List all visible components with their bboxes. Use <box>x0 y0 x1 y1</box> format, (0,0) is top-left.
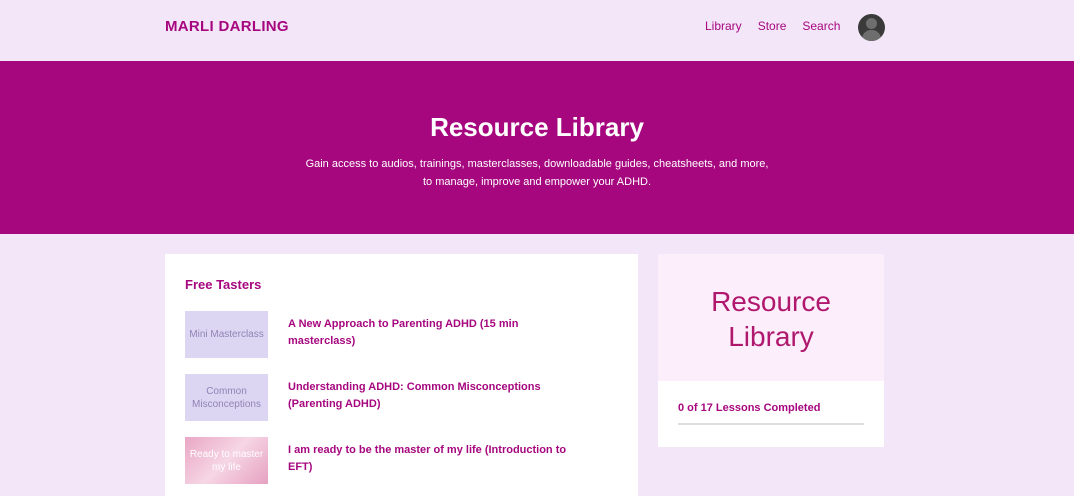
course-title-image[interactable]: Resource Library <box>658 254 884 381</box>
course-title: Resource Library <box>711 286 831 352</box>
lesson-item[interactable]: Common Misconceptions Understanding ADHD… <box>185 374 625 421</box>
progress-text: 0 of 17 Lessons Completed <box>678 402 821 414</box>
page-title: Resource Library <box>430 112 644 142</box>
brand-logo[interactable]: MARLI DARLING <box>165 18 289 35</box>
nav-search[interactable]: Search <box>802 19 840 33</box>
nav-store[interactable]: Store <box>758 19 787 33</box>
progress-bar <box>678 423 864 425</box>
nav-library[interactable]: Library <box>705 19 742 33</box>
lesson-item[interactable]: Mini Masterclass A New Approach to Paren… <box>185 311 625 358</box>
top-bar: MARLI DARLING Library Store Search <box>0 0 1074 61</box>
course-progress-card: Resource Library 0 of 17 Lessons Complet… <box>658 254 884 447</box>
lesson-thumbnail[interactable]: Common Misconceptions <box>185 374 268 421</box>
lesson-thumbnail[interactable]: Mini Masterclass <box>185 311 268 358</box>
lesson-thumbnail[interactable]: Ready to master my life <box>185 437 268 484</box>
user-avatar-icon[interactable] <box>858 14 885 41</box>
lesson-item[interactable]: Ready to master my life I am ready to be… <box>185 437 625 484</box>
main-nav: Library Store Search <box>705 19 856 33</box>
lesson-title[interactable]: I am ready to be the master of my life (… <box>288 442 568 476</box>
lesson-title[interactable]: Understanding ADHD: Common Misconception… <box>288 379 568 413</box>
section-title: Free Tasters <box>185 277 262 292</box>
page-subtitle: Gain access to audios, trainings, master… <box>305 158 769 188</box>
hero-banner: Resource Library Gain access to audios, … <box>0 61 1074 234</box>
lessons-card: Free Tasters Mini Masterclass A New Appr… <box>165 254 638 496</box>
lesson-title[interactable]: A New Approach to Parenting ADHD (15 min… <box>288 316 568 350</box>
